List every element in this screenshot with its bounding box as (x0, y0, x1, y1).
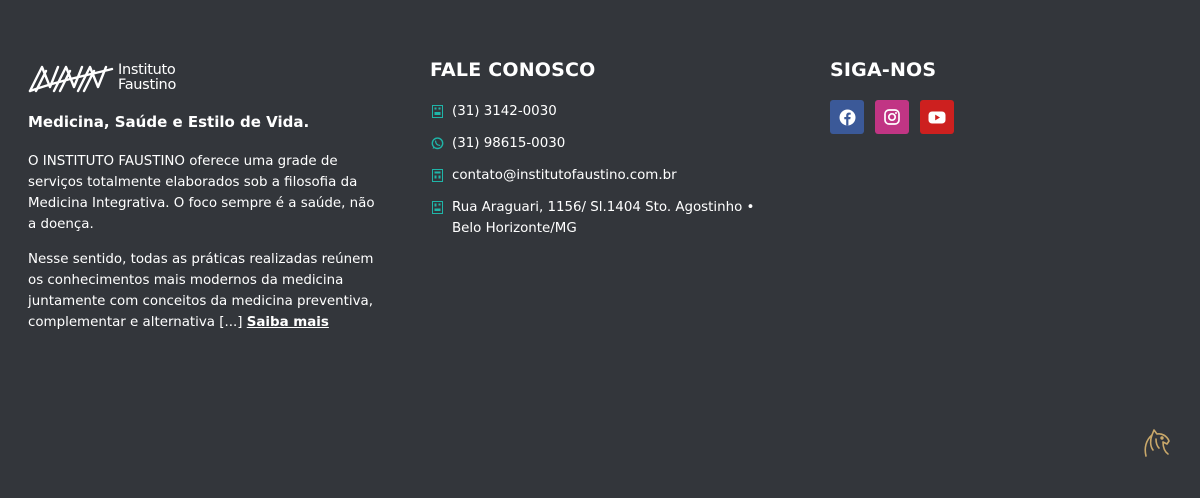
phone-icon (430, 101, 444, 122)
about-paragraph-1: O INSTITUTO FAUSTINO oferece uma grade d… (28, 154, 375, 232)
logo-text: Instituto Faustino (118, 63, 176, 93)
logo-line-1: Instituto (118, 62, 176, 78)
logo-mark-icon (28, 65, 114, 93)
whatsapp-icon (430, 133, 444, 154)
instagram-button[interactable] (875, 100, 909, 134)
contact-address-text: Rua Araguari, 1156/ Sl.1404 Sto. Agostin… (452, 200, 755, 236)
contact-item-whatsapp[interactable]: (31) 98615-0030 (430, 133, 770, 154)
tagline: Medicina, Saúde e Estilo de Vida. (28, 113, 310, 131)
logo-line-2: Faustino (118, 77, 177, 93)
email-icon (430, 165, 444, 186)
contact-whatsapp-text: (31) 98615-0030 (452, 136, 566, 151)
youtube-button[interactable] (920, 100, 954, 134)
about-paragraph-2: Nesse sentido, todas as práticas realiza… (28, 249, 378, 333)
instagram-icon (884, 109, 900, 125)
horse-logo-icon[interactable] (1140, 426, 1174, 460)
social-buttons (830, 100, 965, 134)
contact-email-text: contato@institutofaustino.com.br (452, 168, 677, 183)
read-more-link[interactable]: Saiba mais (247, 315, 329, 330)
contact-item-phone[interactable]: (31) 3142-0030 (430, 101, 770, 122)
facebook-button[interactable] (830, 100, 864, 134)
site-footer: Instituto Faustino Medicina, Saúde e Est… (0, 0, 1200, 498)
location-icon (430, 197, 444, 218)
contact-item-email[interactable]: contato@institutofaustino.com.br (430, 165, 770, 186)
contact-phone-text: (31) 3142-0030 (452, 104, 557, 119)
youtube-icon (928, 111, 946, 123)
contact-list: (31) 3142-0030 (31) 98615-0030 contato@i… (430, 101, 770, 250)
contact-heading: FALE CONOSCO (430, 59, 596, 81)
logo[interactable]: Instituto Faustino (28, 60, 176, 96)
facebook-icon (839, 109, 855, 125)
social-heading: SIGA-NOS (830, 59, 937, 81)
contact-item-address[interactable]: Rua Araguari, 1156/ Sl.1404 Sto. Agostin… (430, 197, 770, 239)
